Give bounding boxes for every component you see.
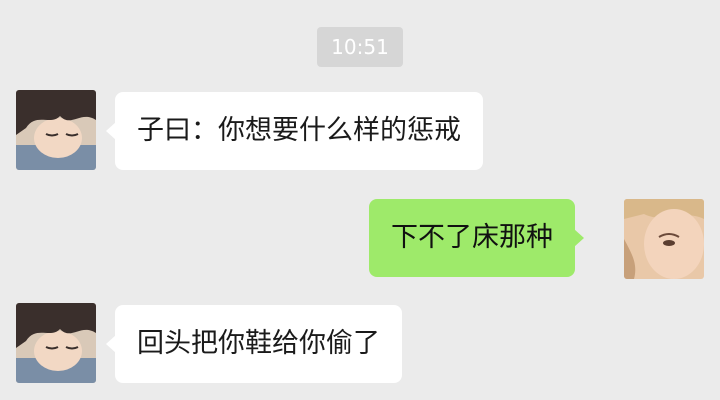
message-timestamp: 10:51 xyxy=(317,27,403,67)
message-bubble-sent[interactable]: 下不了床那种 xyxy=(369,199,584,277)
message-bubble-received[interactable]: 子曰：你想要什么样的惩戒 xyxy=(106,92,483,170)
contact-avatar[interactable] xyxy=(16,90,96,170)
anime-boy-avatar-icon xyxy=(16,303,96,383)
message-bubble-received[interactable]: 回头把你鞋给你偷了 xyxy=(106,305,402,383)
anime-boy-avatar-icon xyxy=(16,90,96,170)
girl-photo-avatar-icon xyxy=(624,199,704,279)
contact-avatar[interactable] xyxy=(16,303,96,383)
user-avatar[interactable] xyxy=(624,199,704,279)
